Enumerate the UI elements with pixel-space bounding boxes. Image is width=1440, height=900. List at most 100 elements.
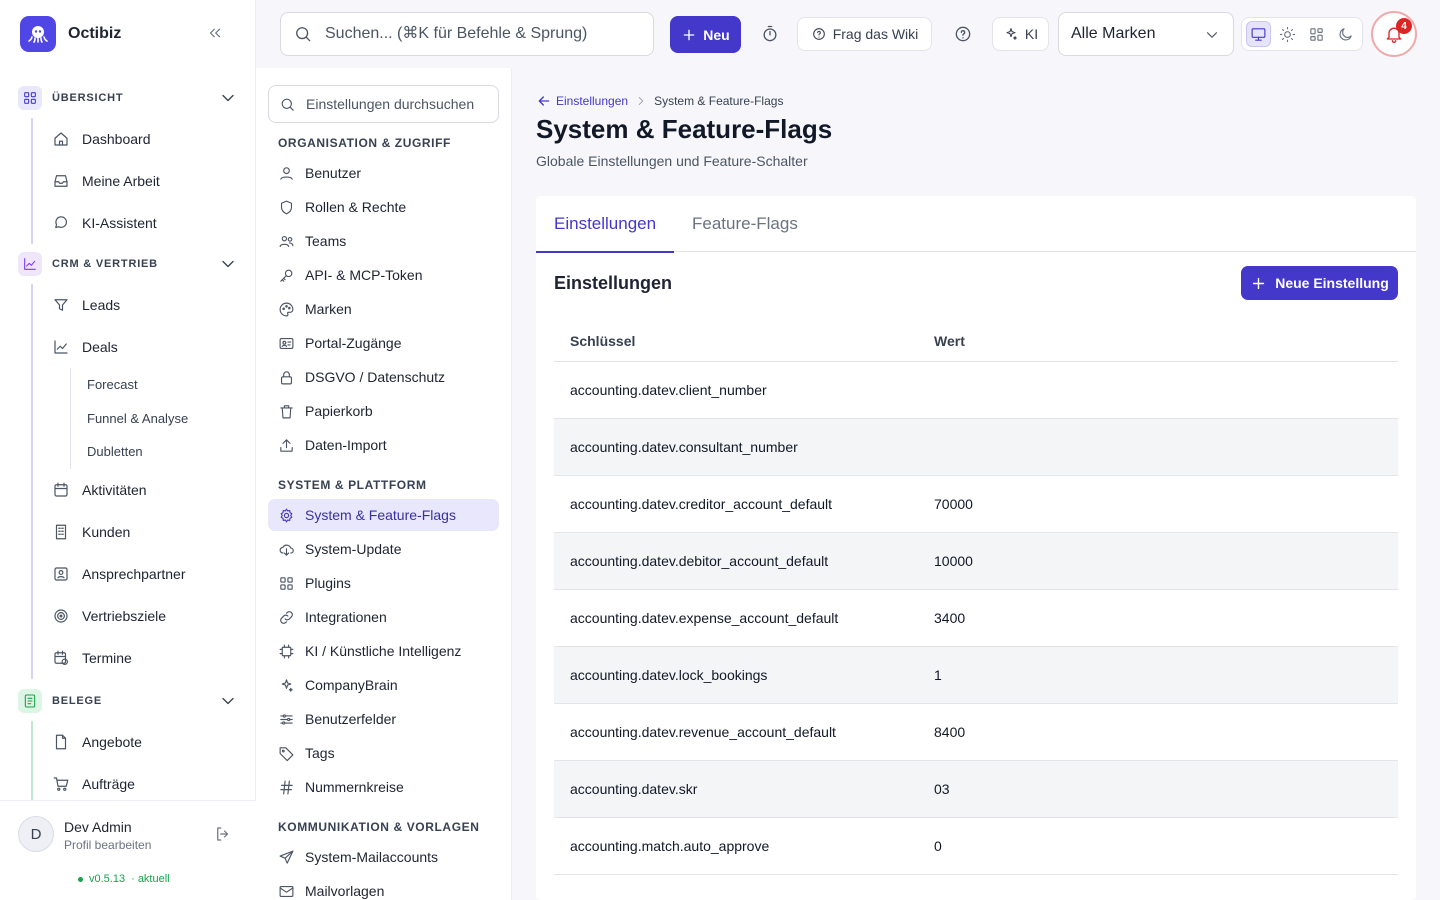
settings-item-update[interactable]: System-Update xyxy=(268,533,499,565)
brand-select-value: Alle Marken xyxy=(1071,25,1156,42)
help-circle-icon xyxy=(812,28,825,40)
settings-item-benutzer[interactable]: Benutzer xyxy=(268,157,499,189)
settings-item-plugins[interactable]: Plugins xyxy=(268,567,499,599)
sidebar-item-label: Meine Arbeit xyxy=(82,173,160,189)
nav-group-crm[interactable]: CRM & VERTRIEB xyxy=(0,244,256,284)
collapse-sidebar-icon[interactable] xyxy=(206,24,224,42)
sidebar-item-kunden[interactable]: Kunden xyxy=(33,511,256,553)
sidebar-subitem-dubletten[interactable]: Dubletten xyxy=(71,435,256,469)
settings-item-portal[interactable]: Portal-Zugänge xyxy=(268,327,499,359)
table-row[interactable]: accounting.datev.expense_account_default… xyxy=(554,590,1398,647)
sidebar-item-dashboard[interactable]: Dashboard xyxy=(33,118,256,160)
brand[interactable]: Octibiz xyxy=(20,16,121,52)
setting-value: 1 xyxy=(934,667,942,683)
grid-icon xyxy=(280,576,293,590)
sidebar-item-label: Kunden xyxy=(82,523,131,540)
settings-item-label: Nummernkreise xyxy=(305,779,404,795)
lock-icon xyxy=(280,370,293,384)
app-name: Octibiz xyxy=(68,25,122,42)
edit-profile-link[interactable]: Profil bearbeiten xyxy=(64,838,151,852)
cloud-download-icon xyxy=(279,544,294,556)
sidebar-subitems: Forecast Funnel & Analyse Dubletten xyxy=(70,368,256,469)
sidebar-item-label: Deals xyxy=(82,339,118,355)
search-input[interactable] xyxy=(325,25,645,43)
settings-item-label: CompanyBrain xyxy=(305,677,398,693)
settings-item-integrationen[interactable]: Integrationen xyxy=(268,601,499,633)
settings-item-papierkorb[interactable]: Papierkorb xyxy=(268,395,499,427)
setting-key: accounting.datev.revenue_account_default xyxy=(570,724,836,740)
sidebar-item-aktivitaeten[interactable]: Aktivitäten xyxy=(33,469,256,511)
table-row[interactable]: accounting.datev.consultant_number xyxy=(554,419,1398,476)
help-icon[interactable] xyxy=(953,24,973,44)
logout-icon[interactable] xyxy=(214,825,232,843)
settings-item-feature-flags[interactable]: System & Feature-Flags xyxy=(268,499,499,531)
sun-icon[interactable] xyxy=(1275,21,1300,47)
monitor-icon[interactable] xyxy=(1246,21,1272,47)
notifications-button[interactable]: 4 xyxy=(1371,11,1417,57)
settings-item-benutzerfelder[interactable]: Benutzerfelder xyxy=(268,703,499,735)
settings-item-import[interactable]: Daten-Import xyxy=(268,429,499,461)
sidebar-item-auftraege[interactable]: Aufträge xyxy=(33,763,256,805)
table-row[interactable]: accounting.datev.revenue_account_default… xyxy=(554,704,1398,761)
table-row[interactable]: accounting.datev.lock_bookings 1 xyxy=(554,647,1398,704)
new-setting-button[interactable]: Neue Einstellung xyxy=(1241,266,1398,300)
column-header-key[interactable]: Schlüssel xyxy=(554,333,934,349)
setting-key: accounting.datev.debitor_account_default xyxy=(570,553,829,569)
sidebar-item-termine[interactable]: Termine xyxy=(33,637,256,679)
ask-wiki-label: Frag das Wiki xyxy=(832,26,919,42)
sidebar-item-deals[interactable]: Deals xyxy=(33,326,256,368)
avatar[interactable]: D xyxy=(18,816,54,852)
sidebar-item-ki-assistent[interactable]: KI-Assistent xyxy=(33,202,256,244)
nav-group-uebersicht[interactable]: ÜBERSICHT xyxy=(0,78,256,118)
settings-item-marken[interactable]: Marken xyxy=(268,293,499,325)
sidebar-item-vertriebsziele[interactable]: Vertriebsziele xyxy=(33,595,256,637)
brand-select[interactable]: Alle Marken xyxy=(1058,12,1234,56)
main-sidebar: Octibiz ÜBERSICHT Dashboard Meine Arbeit… xyxy=(0,0,256,900)
settings-item-api-token[interactable]: API- & MCP-Token xyxy=(268,259,499,291)
column-header-value[interactable]: Wert xyxy=(934,333,1398,349)
settings-item-nummernkreise[interactable]: Nummernkreise xyxy=(268,771,499,803)
breadcrumb-back-link[interactable]: Einstellungen xyxy=(536,93,628,109)
settings-item-companybrain[interactable]: CompanyBrain xyxy=(268,669,499,701)
settings-item-label: Papierkorb xyxy=(305,403,373,419)
table-row[interactable]: accounting.datev.skr 03 xyxy=(554,761,1398,818)
new-button[interactable]: Neu xyxy=(670,16,741,53)
settings-item-teams[interactable]: Teams xyxy=(268,225,499,257)
user-name[interactable]: Dev Admin xyxy=(64,819,132,835)
tag-icon xyxy=(279,746,294,761)
table-body: accounting.datev.client_number accounting… xyxy=(554,362,1398,875)
settings-item-label: Daten-Import xyxy=(305,437,387,453)
plus-icon xyxy=(683,29,695,40)
sidebar-subitem-funnel[interactable]: Funnel & Analyse xyxy=(71,402,256,436)
ai-button[interactable]: KI xyxy=(992,17,1049,51)
settings-item-dsgvo[interactable]: DSGVO / Datenschutz xyxy=(268,361,499,393)
nav-group-belege[interactable]: BELEGE xyxy=(0,681,256,721)
settings-item-label: System-Update xyxy=(305,541,402,557)
timer-icon[interactable] xyxy=(760,24,780,44)
settings-item-tags[interactable]: Tags xyxy=(268,737,499,769)
ask-wiki-button[interactable]: Frag das Wiki xyxy=(797,17,932,51)
card-title: Einstellungen xyxy=(554,273,673,293)
settings-search[interactable] xyxy=(268,85,499,123)
table-row[interactable]: accounting.match.auto_approve 0 xyxy=(554,818,1398,875)
tab-feature-flags[interactable]: Feature-Flags xyxy=(692,196,798,252)
sidebar-item-leads[interactable]: Leads xyxy=(33,284,256,326)
settings-search-input[interactable] xyxy=(306,96,496,112)
sidebar-item-angebote[interactable]: Angebote xyxy=(33,721,256,763)
settings-item-mailvorlagen[interactable]: Mailvorlagen xyxy=(268,875,499,900)
sidebar-item-meine-arbeit[interactable]: Meine Arbeit xyxy=(33,160,256,202)
layout-grid-icon[interactable] xyxy=(1304,21,1329,47)
settings-section-label: ORGANISATION & ZUGRIFF xyxy=(278,136,451,150)
global-search[interactable] xyxy=(280,12,654,56)
setting-value: 0 xyxy=(934,838,942,854)
settings-item-ki[interactable]: KI / Künstliche Intelligenz xyxy=(268,635,499,667)
settings-item-mailaccounts[interactable]: System-Mailaccounts xyxy=(268,841,499,873)
table-row[interactable]: accounting.datev.debitor_account_default… xyxy=(554,533,1398,590)
settings-item-rollen[interactable]: Rollen & Rechte xyxy=(268,191,499,223)
table-row[interactable]: accounting.datev.creditor_account_defaul… xyxy=(554,476,1398,533)
sidebar-item-ansprechpartner[interactable]: Ansprechpartner xyxy=(33,553,256,595)
moon-icon[interactable] xyxy=(1333,21,1358,47)
table-row[interactable]: accounting.datev.client_number xyxy=(554,362,1398,419)
sidebar-subitem-forecast[interactable]: Forecast xyxy=(71,368,256,402)
tab-einstellungen[interactable]: Einstellungen xyxy=(536,196,675,253)
